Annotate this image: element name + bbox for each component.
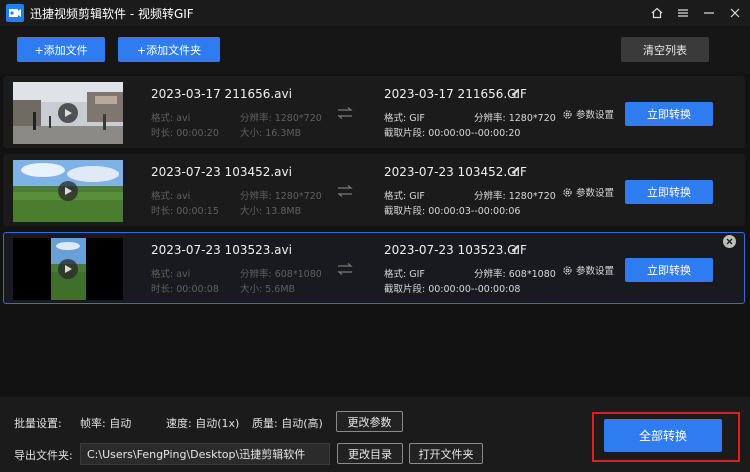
convert-all-button[interactable]: 全部转换	[604, 419, 722, 452]
add-file-button[interactable]: +添加文件	[17, 37, 105, 62]
output-format: 格式: GIF	[384, 269, 425, 280]
window-title: 迅捷视频剪辑软件 - 视频转GIF	[30, 6, 194, 21]
remove-item-icon[interactable]	[723, 235, 736, 248]
source-format: 格式: avi	[151, 113, 191, 124]
output-filename: 2023-07-23 103523.GIF	[384, 243, 527, 257]
source-duration: 时长: 00:00:15	[151, 206, 219, 217]
params-settings-link[interactable]: 参数设置	[562, 263, 614, 277]
convert-arrow-icon	[337, 263, 353, 278]
clear-list-button[interactable]: 清空列表	[621, 37, 709, 62]
source-resolution: 分辨率: 1280*720	[240, 113, 322, 124]
convert-now-button[interactable]: 立即转换	[625, 102, 713, 126]
video-thumbnail	[13, 160, 123, 222]
source-filename: 2023-07-23 103523.avi	[151, 243, 292, 257]
list-item[interactable]: 2023-03-17 211656.avi 格式: avi 时长: 00:00:…	[3, 76, 745, 148]
convert-now-button[interactable]: 立即转换	[625, 258, 713, 282]
output-format: 格式: GIF	[384, 191, 425, 202]
export-path-field[interactable]: C:\Users\FengPing\Desktop\迅捷剪辑软件	[80, 443, 330, 465]
source-filename: 2023-07-23 103452.avi	[151, 165, 292, 179]
output-filename: 2023-03-17 211656.GIF	[384, 87, 527, 101]
source-size: 大小: 5.6MB	[240, 284, 296, 295]
gear-icon	[563, 187, 572, 197]
source-resolution: 分辨率: 1280*720	[240, 191, 322, 202]
batch-settings-label: 批量设置:	[14, 417, 62, 430]
clip-range: 截取片段: 00:00:00--00:00:20	[384, 128, 521, 139]
gear-icon	[563, 265, 572, 275]
gear-icon	[563, 109, 572, 119]
source-duration: 时长: 00:00:20	[151, 128, 219, 139]
clip-range: 截取片段: 00:00:00--00:00:08	[384, 284, 521, 295]
source-format: 格式: avi	[151, 191, 191, 202]
close-icon[interactable]	[724, 2, 746, 24]
list-item[interactable]: 2023-07-23 103523.avi 格式: avi 时长: 00:00:…	[3, 232, 745, 304]
rename-pencil-icon[interactable]	[510, 165, 521, 179]
source-filename: 2023-03-17 211656.avi	[151, 87, 292, 101]
play-icon[interactable]	[58, 259, 78, 279]
title-bar: 迅捷视频剪辑软件 - 视频转GIF	[0, 0, 750, 26]
source-size: 大小: 16.3MB	[240, 128, 302, 139]
clip-range: 截取片段: 00:00:03--00:00:06	[384, 206, 521, 217]
play-icon[interactable]	[58, 181, 78, 201]
output-filename: 2023-07-23 103452.GIF	[384, 165, 527, 179]
rename-pencil-icon[interactable]	[510, 243, 521, 257]
rename-pencil-icon[interactable]	[510, 87, 521, 101]
params-settings-label: 参数设置	[576, 110, 615, 121]
minimize-icon[interactable]	[698, 2, 720, 24]
fps-value: 帧率: 自动	[80, 417, 132, 430]
list-item[interactable]: 2023-07-23 103452.avi 格式: avi 时长: 00:00:…	[3, 154, 745, 226]
play-icon[interactable]	[58, 103, 78, 123]
source-size: 大小: 13.8MB	[240, 206, 302, 217]
change-params-button[interactable]: 更改参数	[336, 411, 403, 432]
export-folder-label: 导出文件夹:	[14, 449, 73, 462]
video-thumbnail	[13, 82, 123, 144]
output-resolution: 分辨率: 1280*720	[474, 113, 556, 124]
open-folder-button[interactable]: 打开文件夹	[409, 443, 483, 464]
video-thumbnail	[13, 238, 123, 300]
bottom-panel: 批量设置: 帧率: 自动 速度: 自动(1x) 质量: 自动(高) 更改参数 导…	[0, 397, 750, 472]
params-settings-link[interactable]: 参数设置	[562, 185, 614, 199]
speed-value: 速度: 自动(1x)	[166, 417, 240, 430]
params-settings-label: 参数设置	[576, 188, 615, 199]
source-resolution: 分辨率: 608*1080	[240, 269, 322, 280]
home-icon[interactable]	[646, 2, 668, 24]
output-resolution: 分辨率: 608*1080	[474, 269, 556, 280]
output-format: 格式: GIF	[384, 113, 425, 124]
source-format: 格式: avi	[151, 269, 191, 280]
convert-arrow-icon	[337, 185, 353, 200]
params-settings-link[interactable]: 参数设置	[562, 107, 614, 121]
source-duration: 时长: 00:00:08	[151, 284, 219, 295]
convert-now-button[interactable]: 立即转换	[625, 180, 713, 204]
menu-icon[interactable]	[672, 2, 694, 24]
convert-arrow-icon	[337, 107, 353, 122]
toolbar: +添加文件 +添加文件夹 清空列表	[0, 26, 750, 74]
output-resolution: 分辨率: 1280*720	[474, 191, 556, 202]
quality-value: 质量: 自动(高)	[252, 417, 323, 430]
add-folder-button[interactable]: +添加文件夹	[118, 37, 220, 62]
app-logo-icon	[6, 4, 24, 22]
change-directory-button[interactable]: 更改目录	[337, 443, 403, 464]
params-settings-label: 参数设置	[576, 266, 615, 277]
